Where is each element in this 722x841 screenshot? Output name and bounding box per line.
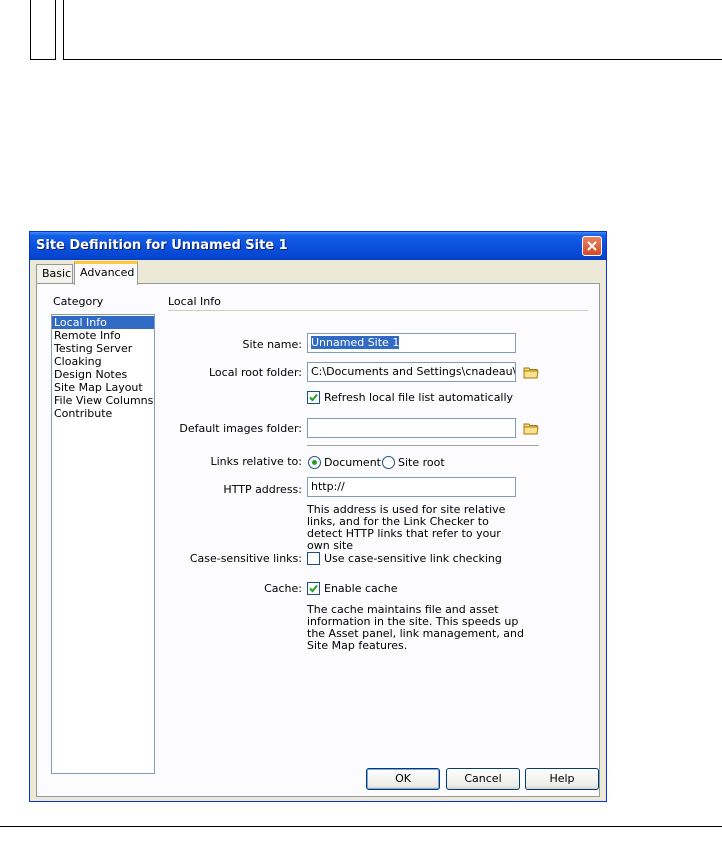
- radio-site-root-label: Site root: [398, 456, 445, 469]
- page-bottom-rule: [0, 826, 722, 827]
- checkmark-icon: [309, 584, 318, 593]
- local-root-folder-label: Local root folder:: [208, 366, 302, 379]
- refresh-checkbox[interactable]: [307, 391, 320, 404]
- default-images-folder-label: Default images folder:: [179, 422, 302, 435]
- tab-basic[interactable]: Basic: [36, 264, 73, 284]
- folder-icon[interactable]: [523, 365, 539, 379]
- cache-description: The cache maintains file and asset infor…: [307, 603, 524, 652]
- category-item-testing-server[interactable]: Testing Server: [52, 342, 154, 355]
- cache-label: Cache:: [264, 582, 302, 595]
- site-name-label: Site name:: [242, 338, 302, 351]
- folder-icon[interactable]: [523, 421, 539, 435]
- dialog-title: Site Definition for Unnamed Site 1: [36, 238, 288, 253]
- site-name-value: Unnamed Site 1: [311, 336, 400, 349]
- radio-dot-icon: [312, 460, 317, 465]
- category-item-design-notes[interactable]: Design Notes: [52, 368, 154, 381]
- close-button[interactable]: [582, 236, 602, 256]
- case-sensitive-option-label: Use case-sensitive link checking: [324, 552, 502, 565]
- help-button[interactable]: Help: [525, 768, 599, 790]
- category-item-local-info[interactable]: Local Info: [52, 316, 154, 329]
- cache-checkbox[interactable]: [307, 582, 320, 595]
- options-divider: [307, 445, 539, 446]
- cache-option-label: Enable cache: [324, 582, 398, 595]
- tab-advanced[interactable]: Advanced: [74, 261, 138, 285]
- case-sensitive-label: Case-sensitive links:: [189, 552, 302, 565]
- http-address-label: HTTP address:: [223, 483, 302, 496]
- http-address-description: This address is used for site relative l…: [307, 503, 506, 552]
- advanced-panel: Category Local Info Remote Info Testing …: [36, 283, 600, 797]
- ok-button[interactable]: OK: [366, 768, 440, 790]
- cancel-button[interactable]: Cancel: [446, 768, 520, 790]
- title-bar[interactable]: Site Definition for Unnamed Site 1: [30, 232, 606, 260]
- header-box-small: [30, 0, 56, 60]
- radio-site-root[interactable]: [382, 456, 395, 469]
- default-images-folder-input[interactable]: [307, 418, 516, 438]
- category-item-site-map-layout[interactable]: Site Map Layout: [52, 381, 154, 394]
- category-item-file-view-columns[interactable]: File View Columns: [52, 394, 154, 407]
- radio-document[interactable]: [308, 456, 321, 469]
- site-definition-dialog: Site Definition for Unnamed Site 1 Basic…: [29, 231, 607, 802]
- category-item-cloaking[interactable]: Cloaking: [52, 355, 154, 368]
- checkmark-icon: [309, 393, 318, 402]
- radio-document-label: Document: [324, 456, 381, 469]
- category-list[interactable]: Local Info Remote Info Testing Server Cl…: [51, 314, 155, 774]
- case-sensitive-checkbox[interactable]: [307, 552, 320, 565]
- close-icon: [587, 241, 597, 251]
- header-box-large: [63, 0, 722, 60]
- section-title: Local Info: [168, 295, 221, 308]
- category-item-contribute[interactable]: Contribute: [52, 407, 154, 420]
- http-address-input[interactable]: http://: [307, 477, 516, 497]
- category-label: Category: [53, 295, 104, 308]
- local-root-folder-input[interactable]: C:\Documents and Settings\cnadeau\My I: [307, 362, 516, 382]
- category-item-remote-info[interactable]: Remote Info: [52, 329, 154, 342]
- site-name-input[interactable]: Unnamed Site 1: [307, 333, 516, 353]
- links-relative-label: Links relative to:: [210, 455, 303, 468]
- section-divider: [168, 310, 588, 311]
- refresh-label: Refresh local file list automatically: [324, 391, 514, 404]
